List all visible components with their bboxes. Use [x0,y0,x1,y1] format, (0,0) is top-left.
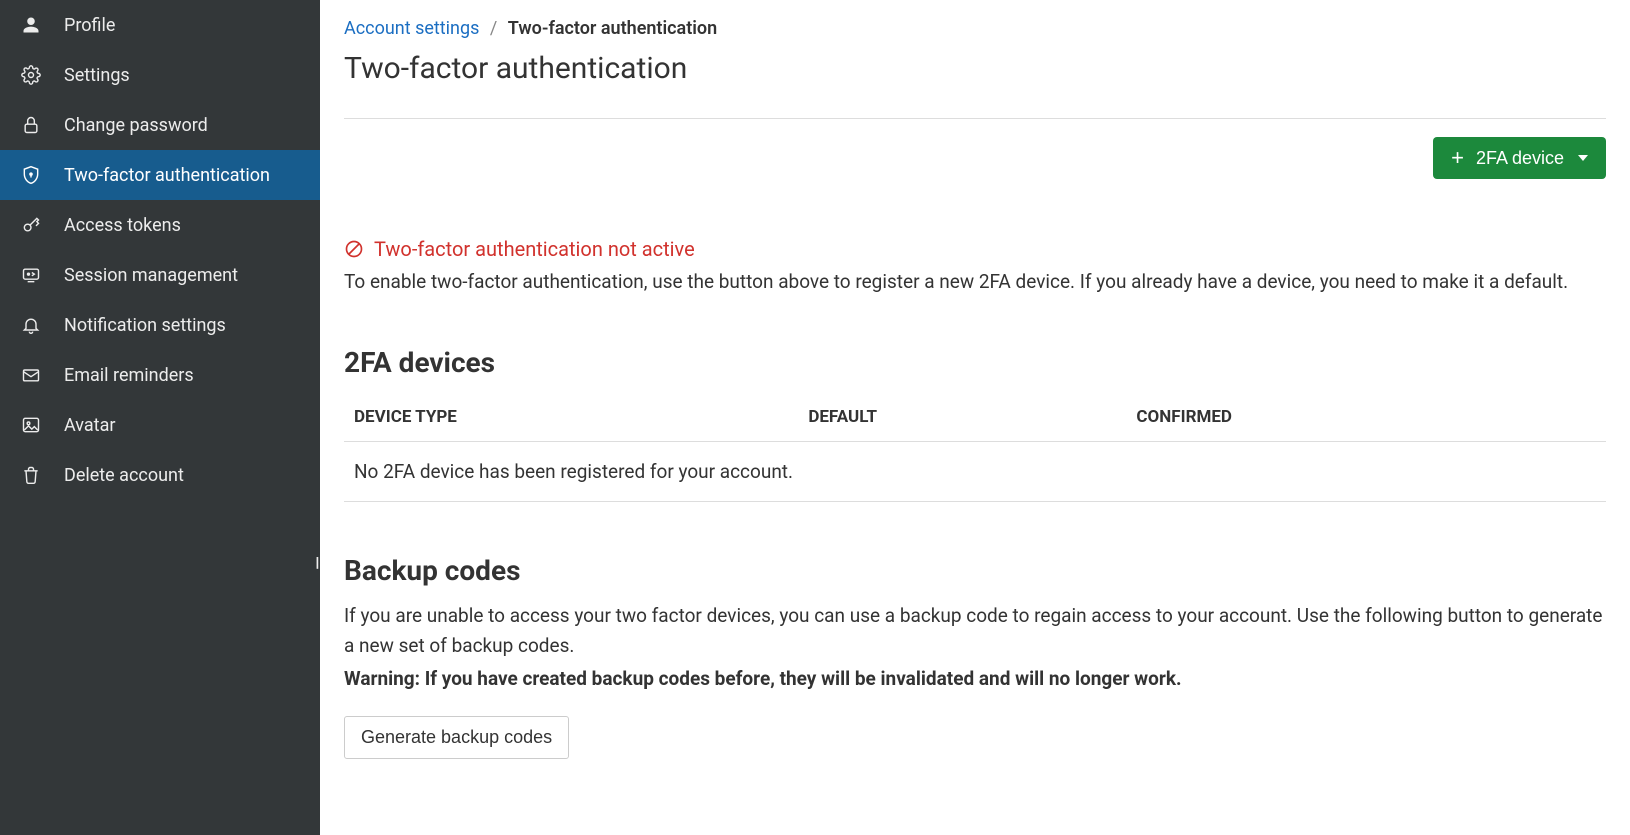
sidebar-item-session-management[interactable]: Session management [0,250,320,300]
main-content: Account settings / Two-factor authentica… [320,0,1630,835]
gear-icon [20,64,42,86]
breadcrumb-current: Two-factor authentication [508,18,717,39]
sidebar-item-access-tokens[interactable]: Access tokens [0,200,320,250]
plus-icon: + [1451,147,1464,169]
shield-icon [20,164,42,186]
sidebar-item-delete-account[interactable]: Delete account [0,450,320,500]
sidebar-item-label: Avatar [64,415,115,436]
sidebar-item-notification-settings[interactable]: Notification settings [0,300,320,350]
sidebar-item-label: Settings [64,65,130,86]
breadcrumb-separator: / [490,18,497,39]
image-icon [20,414,42,436]
col-confirmed: CONFIRMED [1126,393,1606,442]
devices-table: DEVICE TYPE DEFAULT CONFIRMED No 2FA dev… [344,393,1606,502]
key-icon [20,214,42,236]
sidebar-item-settings[interactable]: Settings [0,50,320,100]
backup-codes-warning: Warning: If you have created backup code… [344,664,1606,693]
sidebar-item-two-factor-authentication[interactable]: Two-factor authentication [0,150,320,200]
page-title: Two-factor authentication [344,51,1606,119]
sidebar-item-label: Email reminders [64,365,194,386]
alert-title: Two-factor authentication not active [374,237,695,261]
add-2fa-device-button[interactable]: + 2FA device [1433,137,1606,179]
sidebar-item-change-password[interactable]: Change password [0,100,320,150]
sidebar: Profile Settings Change password Two-fac… [0,0,320,835]
devices-table-header-row: DEVICE TYPE DEFAULT CONFIRMED [344,393,1606,442]
alert-not-active: Two-factor authentication not active [344,237,1606,261]
session-icon [20,264,42,286]
breadcrumb: Account settings / Two-factor authentica… [344,18,1606,39]
trash-icon [20,464,42,486]
prohibited-icon [344,239,364,259]
generate-backup-codes-button[interactable]: Generate backup codes [344,716,569,759]
sidebar-item-label: Access tokens [64,215,181,236]
devices-empty-message: No 2FA device has been registered for yo… [344,442,1606,502]
user-icon [20,14,42,36]
col-device-type: DEVICE TYPE [344,393,798,442]
backup-codes-heading: Backup codes [344,554,1606,587]
devices-table-empty-row: No 2FA device has been registered for yo… [344,442,1606,502]
add-2fa-device-button-label: 2FA device [1476,148,1564,169]
alert-description: To enable two-factor authentication, use… [344,267,1606,296]
sidebar-item-avatar[interactable]: Avatar [0,400,320,450]
sidebar-item-label: Session management [64,265,238,286]
toolbar: + 2FA device [344,137,1606,179]
devices-heading: 2FA devices [344,346,1606,379]
chevron-down-icon [1578,155,1588,161]
sidebar-item-email-reminders[interactable]: Email reminders [0,350,320,400]
sidebar-item-label: Delete account [64,465,184,486]
sidebar-item-label: Profile [64,15,115,36]
sidebar-item-label: Two-factor authentication [64,165,270,186]
sidebar-item-label: Change password [64,115,208,136]
backup-codes-description: If you are unable to access your two fac… [344,601,1606,660]
mail-icon [20,364,42,386]
lock-icon [20,114,42,136]
sidebar-item-profile[interactable]: Profile [0,0,320,50]
backup-warning-label: Warning: [344,667,420,690]
col-default: DEFAULT [798,393,1126,442]
backup-warning-text: If you have created backup codes before,… [425,667,1182,690]
sidebar-item-label: Notification settings [64,315,226,336]
bell-icon [20,314,42,336]
breadcrumb-parent-link[interactable]: Account settings [344,18,479,39]
